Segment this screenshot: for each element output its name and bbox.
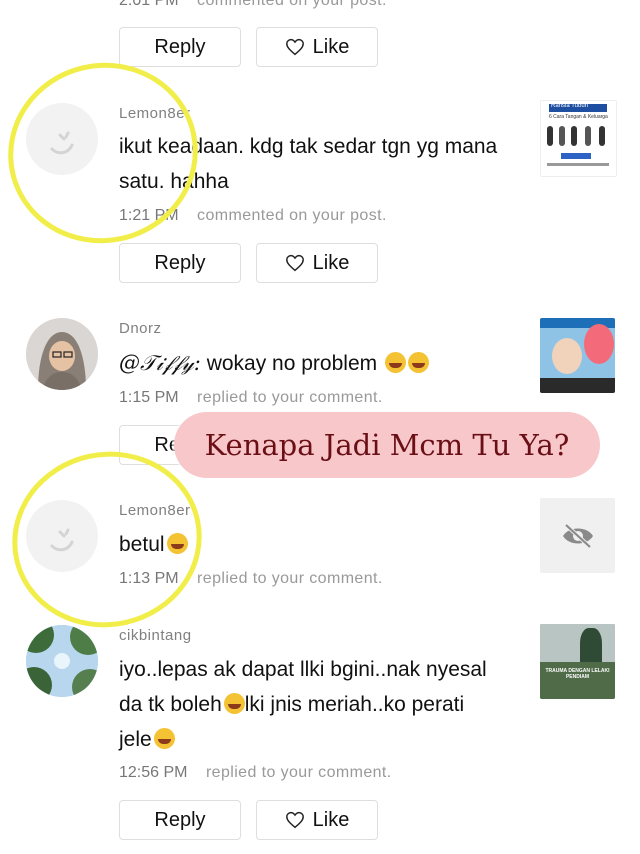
comment-line: jele (119, 722, 539, 757)
hidden-post-thumbnail[interactable] (540, 498, 615, 573)
overlay-caption: Kenapa Jadi Mcm Tu Ya? (174, 412, 600, 478)
eye-off-icon (562, 523, 593, 548)
comment-line: da tk boleh lki jnis meriah..ko perati (119, 687, 539, 722)
post-thumbnail[interactable]: TRAUMA DENGAN LELAKI PENDIAM (540, 624, 615, 699)
comment-fragment: lki jnis meriah..ko perati (244, 693, 465, 716)
avatar[interactable] (26, 625, 98, 697)
like-button[interactable]: Like (256, 243, 378, 283)
heart-icon (285, 254, 304, 272)
highlight-circle (0, 45, 215, 261)
comment-meta: 12:56 PM replied to your comment. (119, 764, 392, 782)
comment-meta: 1:15 PM replied to your comment. (119, 389, 383, 407)
username[interactable]: Dnorz (119, 320, 162, 337)
thumbnail-subtitle: 6 Cara Tangan & Keluarga (549, 114, 608, 120)
like-label: Like (312, 251, 350, 274)
timestamp: 2:01 PM (119, 0, 179, 9)
reply-button[interactable]: Reply (119, 800, 241, 840)
laughing-emoji-icon (384, 352, 406, 373)
action-text: replied to your comment. (197, 389, 383, 406)
like-button[interactable]: Like (256, 27, 378, 67)
comment-text: @𝒯𝒾𝒻𝒻𝓎: wokay no problem (119, 346, 529, 381)
username[interactable]: cikbintang (119, 627, 192, 644)
post-thumbnail[interactable] (540, 318, 615, 393)
thumbnail-caption: TRAUMA DENGAN LELAKI PENDIAM (545, 668, 610, 680)
profile-photo (26, 625, 98, 697)
mention[interactable]: @𝒯𝒾𝒻𝒻𝓎: (119, 351, 201, 375)
reply-label: Reply (154, 35, 206, 58)
like-label: Like (312, 808, 350, 831)
reply-label: Reply (154, 251, 206, 274)
reply-button[interactable]: Reply (119, 243, 241, 283)
like-button[interactable]: Like (256, 800, 378, 840)
heart-icon (285, 38, 304, 56)
profile-photo (26, 318, 98, 390)
comment-fragment: da tk boleh (119, 693, 222, 716)
post-thumbnail[interactable]: Rahsia Tubuh 6 Cara Tangan & Keluarga (540, 100, 617, 177)
action-text: commented on your post. (197, 207, 387, 224)
comment-text: iyo..lepas ak dapat llki bgini..nak nyes… (119, 652, 539, 757)
action-text: commented on your post. (197, 0, 387, 9)
laughing-emoji-icon (153, 728, 175, 749)
comment-fragment: jele (119, 728, 152, 751)
reply-label: Reply (154, 808, 206, 831)
action-text: replied to your comment. (197, 570, 383, 587)
action-text: replied to your comment. (205, 764, 392, 781)
thumbnail-title: Rahsia Tubuh (551, 103, 589, 109)
heart-icon (285, 811, 304, 829)
laughing-emoji-icon (223, 693, 245, 714)
like-label: Like (312, 35, 350, 58)
reply-button[interactable]: Reply (119, 27, 241, 67)
comment-body: wokay no problem (206, 352, 378, 375)
avatar[interactable] (26, 318, 98, 390)
comment-meta: 2:01 PM commented on your post. (119, 0, 387, 10)
comment-line: iyo..lepas ak dapat llki bgini..nak nyes… (119, 658, 487, 681)
timestamp: 1:15 PM (119, 389, 179, 406)
laughing-emoji-icon (407, 352, 429, 373)
timestamp: 12:56 PM (119, 764, 188, 781)
